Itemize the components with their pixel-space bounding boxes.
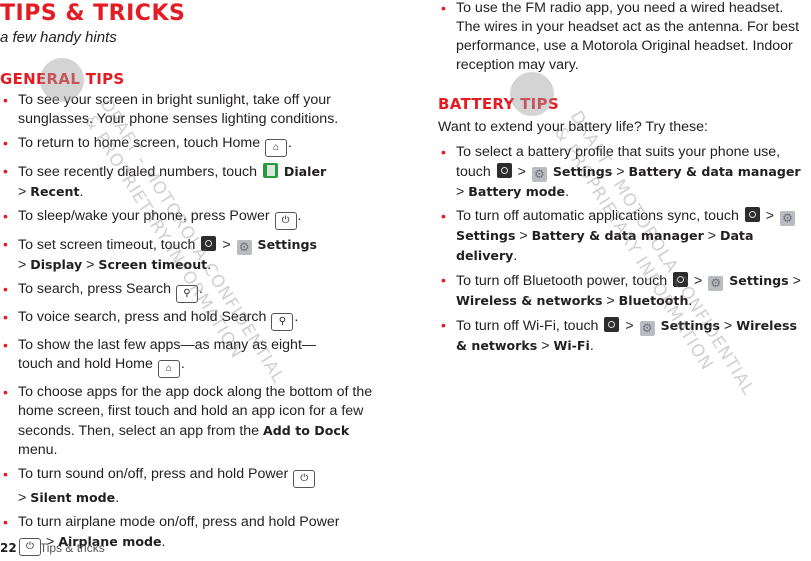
list-item: • To return to home screen, touch Home ⌂.: [0, 134, 380, 157]
fm-tip-list: • To use the FM radio app, you need a wir…: [438, 0, 811, 80]
page-title: TIPS & TRICKS: [0, 1, 186, 26]
bullet-icon: •: [3, 163, 8, 179]
bullet-icon: •: [3, 466, 8, 482]
bullet-icon: •: [3, 236, 8, 252]
settings-gear-icon: ⚙: [531, 167, 547, 182]
battery-tips-list: • To select a battery profile that suits …: [438, 143, 811, 361]
bullet-icon: •: [441, 208, 446, 224]
settings-gear-icon: ⚙: [236, 240, 252, 255]
power-key-icon: ⏻: [293, 470, 316, 488]
bullet-icon: •: [3, 514, 8, 530]
home-key-icon: ⌂: [265, 139, 288, 157]
battery-intro: Want to extend your battery life? Try th…: [438, 119, 708, 135]
search-key-icon: ⚲: [271, 313, 294, 331]
search-key-icon: ⚲: [175, 285, 198, 303]
list-item: • To turn off automatic applications sync…: [438, 207, 811, 266]
list-item: • To set screen timeout, touch > ⚙ Settin…: [3, 236, 317, 273]
bullet-icon: •: [3, 281, 8, 297]
list-item: • To show the last few apps—as many as ei…: [0, 336, 380, 378]
bullet-icon: •: [441, 144, 446, 160]
launcher-icon: [201, 236, 217, 251]
settings-gear-icon: ⚙: [708, 276, 724, 291]
launcher-icon: [604, 317, 620, 332]
page-number: 22: [0, 541, 17, 555]
bullet-icon: •: [441, 0, 446, 16]
bullet-icon: •: [3, 92, 8, 108]
list-item: • To turn sound on/off, press and hold Po…: [0, 465, 380, 508]
list-item: • To see recently dialed numbers, touch D…: [3, 163, 327, 200]
list-item: • To voice search, press and hold Search …: [0, 308, 380, 331]
list-item: • To search, press Search ⚲.: [0, 280, 380, 303]
bullet-icon: •: [3, 135, 8, 151]
list-item: • To use the FM radio app, you need a wir…: [441, 0, 800, 73]
settings-gear-icon: ⚙: [639, 321, 655, 336]
general-tips-list: • To see your screen in bright sunlight, …: [0, 91, 380, 561]
bullet-icon: •: [3, 384, 8, 400]
battery-tips-heading: BATTERY TIPS: [438, 95, 559, 113]
list-item: • To select a battery profile that suits …: [441, 144, 801, 200]
launcher-icon: [744, 207, 760, 222]
dialer-icon: [262, 163, 278, 178]
bullet-icon: •: [3, 337, 8, 353]
page-footer: 22 Tips & tricks: [0, 541, 105, 555]
list-item: • To turn off Bluetooth power, touch > ⚙ …: [441, 272, 801, 309]
bullet-icon: •: [3, 208, 8, 224]
bullet-icon: •: [3, 309, 8, 325]
bullet-icon: •: [441, 272, 446, 288]
settings-gear-icon: ⚙: [780, 211, 796, 226]
page-subtitle: a few handy hints: [0, 29, 117, 46]
footer-section: Tips & tricks: [39, 541, 105, 555]
list-item: • To turn off Wi-Fi, touch > ⚙ Settings >…: [441, 317, 798, 354]
list-item: • To see your screen in bright sunlight, …: [3, 92, 339, 127]
launcher-icon: [496, 163, 512, 178]
launcher-icon: [673, 272, 689, 287]
list-item: • To sleep/wake your phone, press Power ⏻…: [0, 207, 380, 230]
power-key-icon: ⏻: [274, 212, 297, 230]
list-item: • To choose apps for the app dock along t…: [3, 384, 373, 458]
general-tips-heading: GENERAL TIPS: [0, 70, 125, 88]
home-key-icon: ⌂: [157, 360, 180, 378]
bullet-icon: •: [441, 317, 446, 333]
